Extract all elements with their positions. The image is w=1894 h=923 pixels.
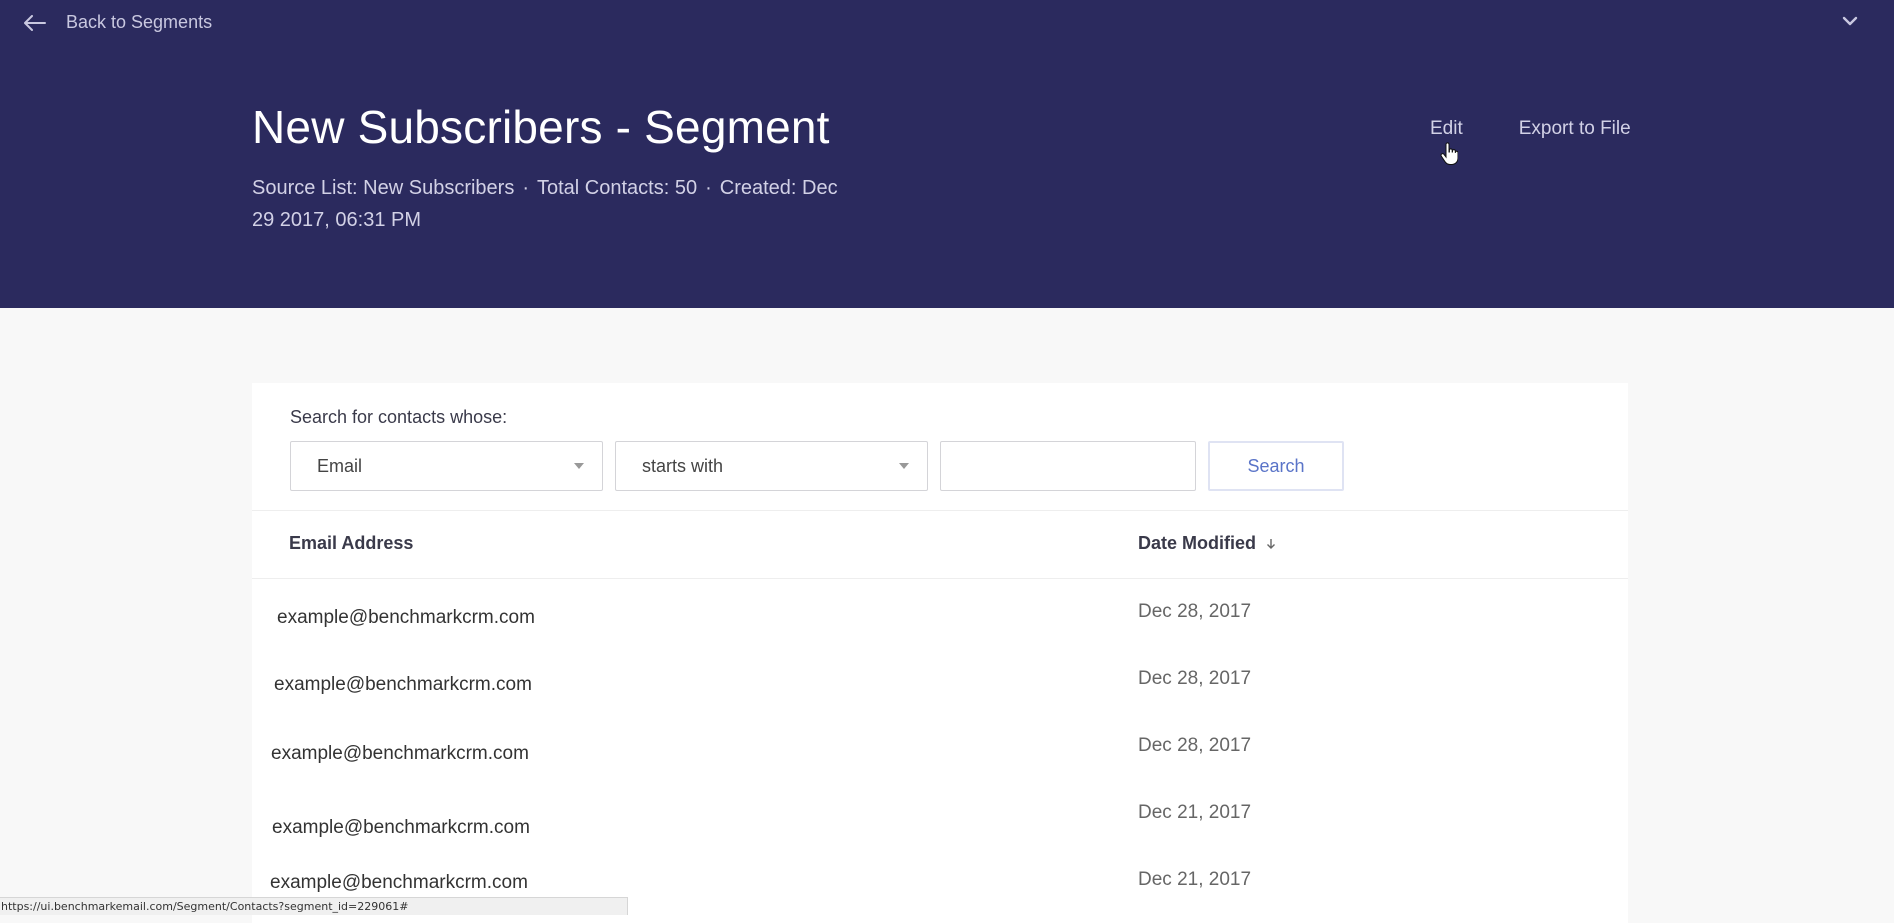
status-url: https://ui.benchmarkemail.com/Segment/Co… [1, 900, 409, 913]
search-operator-select[interactable]: starts with [615, 441, 928, 491]
column-header-email[interactable]: Email Address [289, 533, 413, 554]
sort-descending-icon [1267, 538, 1276, 549]
divider [252, 578, 1628, 579]
back-to-segments-link[interactable]: Back to Segments [24, 12, 212, 33]
row-date: Dec 21, 2017 [1138, 869, 1252, 890]
header-actions: Edit Export to File [1430, 118, 1631, 140]
page-title: New Subscribers - Segment [252, 101, 830, 153]
chevron-down-icon[interactable] [1842, 16, 1858, 26]
search-field-select[interactable]: Email [290, 441, 603, 491]
arrow-left-icon [24, 14, 46, 31]
search-label: Search for contacts whose: [290, 407, 508, 427]
search-value-input[interactable] [940, 441, 1196, 491]
column-header-date-modified[interactable]: Date Modified [1138, 533, 1276, 554]
total-contacts: Total Contacts: 50 [537, 177, 698, 199]
export-to-file-button[interactable]: Export to File [1519, 118, 1631, 140]
hand-cursor-icon [1440, 142, 1458, 165]
created-date-part1: Created: Dec [719, 177, 838, 199]
segment-header: Back to Segments New Subscribers - Segme… [0, 0, 1894, 308]
row-date: Dec 28, 2017 [1138, 668, 1252, 689]
created-date-part2: 29 2017, 06:31 PM [252, 209, 422, 231]
column-header-date-label: Date Modified [1138, 533, 1257, 553]
back-link-label: Back to Segments [66, 12, 213, 32]
row-email: example@benchmarkcrm.com [270, 872, 528, 893]
search-operator-value: starts with [642, 456, 724, 476]
edit-button[interactable]: Edit [1430, 118, 1463, 140]
source-list: Source List: New Subscribers [252, 177, 515, 199]
search-field-value: Email [317, 456, 363, 476]
meta-separator: · [522, 177, 529, 199]
row-email: example@benchmarkcrm.com [272, 817, 530, 838]
row-date: Dec 21, 2017 [1138, 802, 1252, 823]
row-date: Dec 28, 2017 [1138, 601, 1252, 622]
browser-status-bar: https://ui.benchmarkemail.com/Segment/Co… [0, 897, 628, 915]
segment-meta: Source List: New Subscribers · Total Conta… [252, 172, 892, 236]
row-email: example@benchmarkcrm.com [277, 607, 535, 628]
divider [252, 510, 1628, 511]
row-email: example@benchmarkcrm.com [274, 674, 532, 695]
caret-down-icon [574, 463, 584, 469]
contacts-card: Search for contacts whose: Email starts … [252, 383, 1628, 923]
caret-down-icon [899, 463, 909, 469]
row-email: example@benchmarkcrm.com [271, 743, 529, 764]
meta-separator: · [705, 177, 712, 199]
row-date: Dec 28, 2017 [1138, 735, 1252, 756]
search-button[interactable]: Search [1208, 441, 1344, 491]
